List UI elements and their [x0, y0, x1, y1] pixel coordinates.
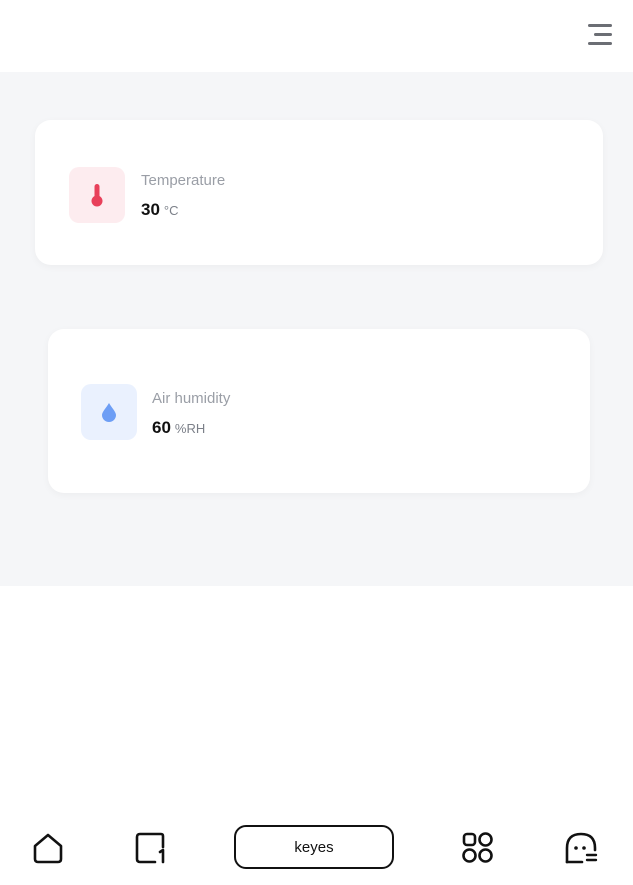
sensor-panel: Temperature 30 °C Air humidity 60 %RH: [0, 72, 633, 586]
temperature-number: 30: [141, 200, 160, 219]
water-drop-icon: [81, 384, 137, 440]
temperature-unit: °C: [163, 203, 179, 218]
keyes-button[interactable]: keyes: [234, 825, 394, 869]
humidity-number: 60: [152, 418, 171, 437]
temperature-label: Temperature: [141, 172, 226, 189]
top-bar: [0, 0, 633, 72]
humidity-card[interactable]: Air humidity 60 %RH: [48, 329, 590, 493]
humidity-label: Air humidity: [152, 390, 231, 407]
home-icon[interactable]: [30, 830, 66, 866]
apps-grid-icon[interactable]: [460, 830, 496, 866]
profile-icon[interactable]: [563, 830, 599, 866]
page-icon[interactable]: [133, 830, 169, 866]
bottom-nav: keyes: [0, 800, 633, 885]
humidity-unit: %RH: [174, 421, 206, 436]
hamburger-menu-icon[interactable]: [584, 20, 616, 50]
temperature-card[interactable]: Temperature 30 °C: [35, 120, 603, 265]
thermometer-icon: [69, 167, 125, 223]
humidity-value: 60 %RH: [152, 418, 205, 438]
temperature-value: 30 °C: [141, 200, 179, 220]
